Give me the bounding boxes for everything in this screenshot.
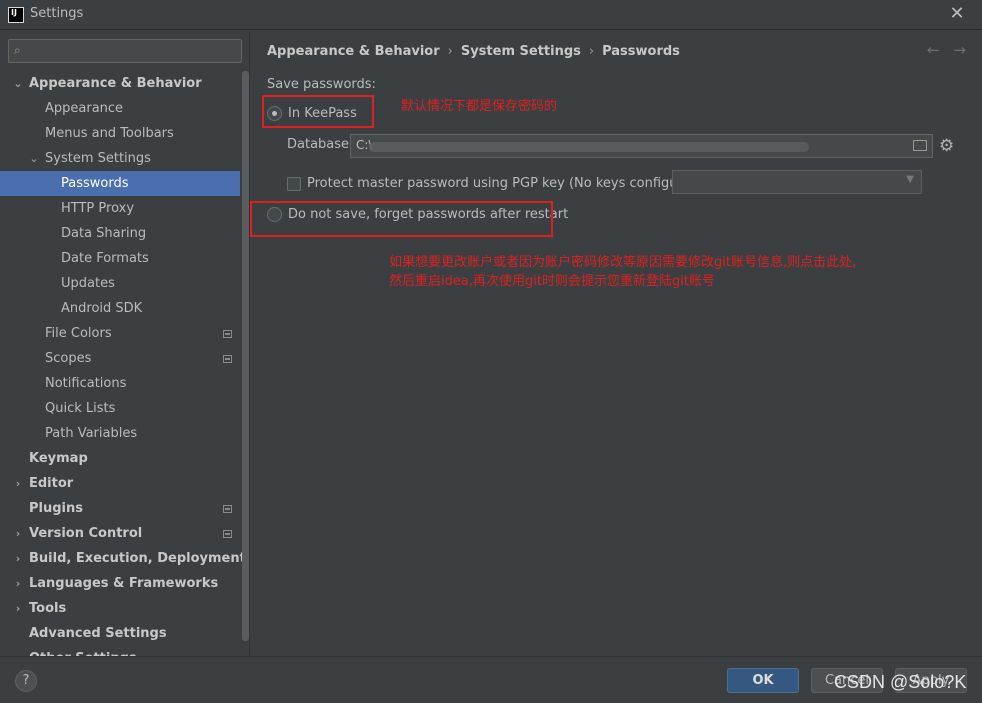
sidebar-item-label: Advanced Settings xyxy=(29,626,167,641)
breadcrumb-appearance[interactable]: Appearance & Behavior xyxy=(267,44,440,59)
sidebar-item-label: Version Control xyxy=(29,526,143,541)
sidebar-item-label: Plugins xyxy=(29,501,83,516)
project-level-icon xyxy=(223,505,232,513)
sidebar-item-other-settings[interactable]: › Other Settings xyxy=(0,646,240,656)
folder-icon[interactable] xyxy=(913,140,927,151)
project-level-icon xyxy=(223,530,232,538)
breadcrumb-system-settings[interactable]: System Settings xyxy=(461,44,581,59)
sidebar-scrollbar[interactable] xyxy=(242,71,249,641)
sidebar-item-plugins[interactable]: Plugins xyxy=(0,496,240,521)
chevron-right-icon[interactable]: › xyxy=(12,471,24,496)
settings-search-input[interactable] xyxy=(33,42,233,60)
chevron-down-icon[interactable]: ⌄ xyxy=(12,71,24,96)
sidebar-item-tools[interactable]: › Tools xyxy=(0,596,240,621)
annotation-note-line1: 如果想要更改账户或者因为账户密码修改等原因需要修改git账号信息,则点击此处, xyxy=(389,255,857,270)
sidebar-item-label: HTTP Proxy xyxy=(61,201,135,216)
breadcrumb-separator: › xyxy=(588,44,595,59)
sidebar-item-label: Menus and Toolbars xyxy=(45,126,174,141)
sidebar-item-label: System Settings xyxy=(45,151,151,166)
sidebar-item-label: Path Variables xyxy=(45,426,138,441)
search-icon: ⌕ xyxy=(14,43,21,57)
chevron-right-icon[interactable]: › xyxy=(12,521,24,546)
breadcrumb-passwords: Passwords xyxy=(602,44,680,59)
forward-arrow-icon[interactable]: → xyxy=(953,41,966,59)
sidebar-item-label: Scopes xyxy=(45,351,92,366)
help-button[interactable]: ? xyxy=(15,670,37,692)
chevron-down-icon: ▼ xyxy=(906,174,914,185)
sidebar-item-menus-and-toolbars[interactable]: Menus and Toolbars xyxy=(0,121,240,146)
sidebar-item-label: Other Settings xyxy=(29,646,137,656)
protect-master-password-label: Protect master password using PGP key (N… xyxy=(307,176,704,191)
title-bar: Settings ✕ xyxy=(0,0,982,30)
sidebar-item-keymap[interactable]: Keymap xyxy=(0,446,240,471)
annotation-box-keepass xyxy=(262,95,374,128)
project-level-icon xyxy=(223,330,232,338)
sidebar-item-label: Tools xyxy=(29,601,67,616)
sidebar-item-languages-frameworks[interactable]: › Languages & Frameworks xyxy=(0,571,240,596)
sidebar-item-android-sdk[interactable]: Android SDK xyxy=(0,296,240,321)
sidebar-item-path-variables[interactable]: Path Variables xyxy=(0,421,240,446)
sidebar-item-label: File Colors xyxy=(45,326,112,341)
sidebar-item-build-execution-deployment[interactable]: › Build, Execution, Deployment xyxy=(0,546,246,571)
history-nav: ← → xyxy=(913,41,966,59)
database-path-field[interactable]: C:\ xyxy=(350,134,933,158)
chevron-down-icon[interactable]: ⌄ xyxy=(28,146,40,171)
sidebar-item-passwords[interactable]: Passwords xyxy=(0,171,240,196)
sidebar-item-label: Appearance xyxy=(45,101,124,116)
annotation-note-line2: 然后重启idea,再次使用git时则会提示您重新登陆git账号 xyxy=(389,274,715,289)
gear-icon[interactable]: ⚙ xyxy=(939,136,954,156)
settings-sidebar: ⌕ ⌄ Appearance & Behavior Appearance Menus … xyxy=(0,31,250,656)
sidebar-item-label: Passwords xyxy=(61,176,129,191)
sidebar-item-label: Notifications xyxy=(45,376,127,391)
close-window-button[interactable]: ✕ xyxy=(946,3,968,25)
annotation-note-default: 默认情况下都是保存密码的 xyxy=(401,99,558,114)
chevron-right-icon[interactable]: › xyxy=(12,646,24,656)
sidebar-item-data-sharing[interactable]: Data Sharing xyxy=(0,221,240,246)
sidebar-item-label: Android SDK xyxy=(61,301,143,316)
sidebar-item-label: Date Formats xyxy=(61,251,149,266)
ok-button[interactable]: OK xyxy=(727,668,799,693)
sidebar-item-editor[interactable]: › Editor xyxy=(0,471,240,496)
window-title: Settings xyxy=(30,6,84,21)
chevron-right-icon[interactable]: › xyxy=(12,596,24,621)
sidebar-item-label: Data Sharing xyxy=(61,226,147,241)
sidebar-item-label: Quick Lists xyxy=(45,401,116,416)
sidebar-item-label: Languages & Frameworks xyxy=(29,576,219,591)
csdn-watermark: CSDN @Solo?K xyxy=(834,672,967,692)
sidebar-item-version-control[interactable]: › Version Control xyxy=(0,521,240,546)
checkbox-icon[interactable] xyxy=(287,177,301,191)
annotation-box-do-not-save xyxy=(250,201,553,237)
sidebar-item-label: Keymap xyxy=(29,451,88,466)
sidebar-item-label: Build, Execution, Deployment xyxy=(29,551,246,566)
settings-search[interactable]: ⌕ xyxy=(8,39,242,63)
sidebar-item-date-formats[interactable]: Date Formats xyxy=(0,246,240,271)
blurred-path xyxy=(369,142,809,152)
pgp-key-select[interactable]: ▼ xyxy=(672,170,922,194)
intellij-app-icon xyxy=(8,7,24,23)
sidebar-item-appearance-behavior[interactable]: ⌄ Appearance & Behavior xyxy=(0,71,240,96)
sidebar-item-label: Editor xyxy=(29,476,74,491)
database-label: Database: xyxy=(287,137,354,152)
sidebar-item-http-proxy[interactable]: HTTP Proxy xyxy=(0,196,240,221)
breadcrumb-separator: › xyxy=(447,44,453,59)
save-passwords-label: Save passwords: xyxy=(267,77,376,92)
chevron-right-icon[interactable]: › xyxy=(12,546,24,571)
back-arrow-icon[interactable]: ← xyxy=(927,41,940,59)
project-level-icon xyxy=(223,355,232,363)
sidebar-item-scopes[interactable]: Scopes xyxy=(0,346,240,371)
sidebar-item-notifications[interactable]: Notifications xyxy=(0,371,240,396)
settings-tree: ⌄ Appearance & Behavior Appearance Menus an… xyxy=(0,71,246,656)
sidebar-item-file-colors[interactable]: File Colors xyxy=(0,321,240,346)
sidebar-item-advanced-settings[interactable]: Advanced Settings xyxy=(0,621,240,646)
sidebar-item-quick-lists[interactable]: Quick Lists xyxy=(0,396,240,421)
sidebar-item-label: Updates xyxy=(61,276,115,291)
breadcrumb: Appearance & Behavior › System Settings › Pa… xyxy=(267,44,680,59)
sidebar-item-system-settings[interactable]: ⌄ System Settings xyxy=(0,146,240,171)
chevron-right-icon[interactable]: › xyxy=(12,571,24,596)
sidebar-item-updates[interactable]: Updates xyxy=(0,271,240,296)
sidebar-item-label: Appearance & Behavior xyxy=(29,76,202,91)
sidebar-item-appearance[interactable]: Appearance xyxy=(0,96,240,121)
